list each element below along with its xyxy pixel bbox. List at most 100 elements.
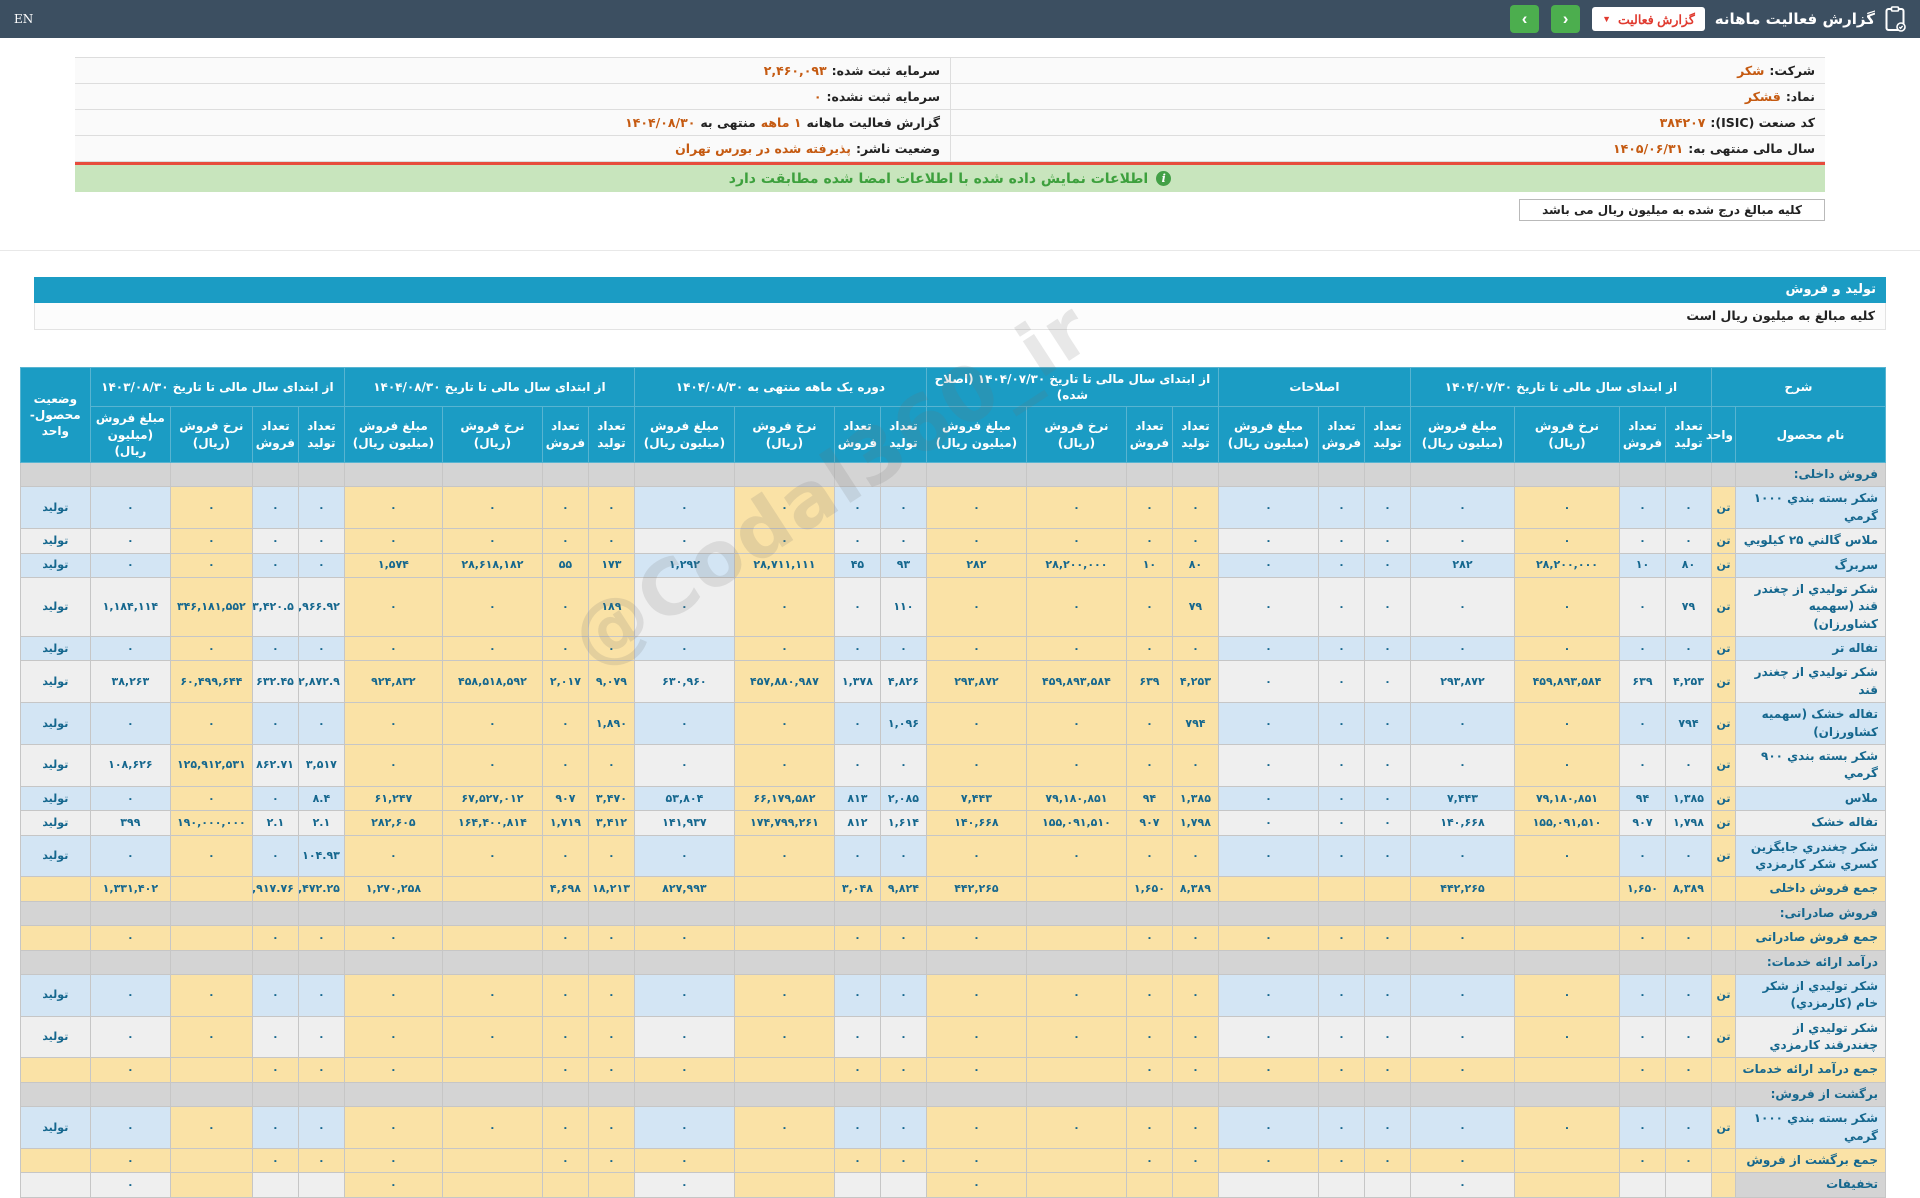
value-cell: ۶۰,۴۹۹,۶۴۴ [169, 660, 253, 704]
info-value: ۳۸۴۲۰۷ [1659, 115, 1706, 130]
value-cell: ۰ [833, 1106, 881, 1150]
data-row: تفاله خشک تن ۱,۷۹۸ ۹۰۷ ۱۵۵,۰۹۱,۵۱۰ ۱۴۰,۶۶۸ ۰ ۰ ۰… [19, 810, 1886, 836]
value-cell: ۲۹۳,۸۷۲ [1409, 660, 1515, 704]
value-cell: ۰ [1363, 576, 1411, 638]
status-cell: تولید [19, 660, 91, 704]
value-cell: ۰ [1363, 552, 1411, 578]
value-cell: ۸,۳۸۹ [1664, 876, 1712, 902]
value-cell: ۰ [89, 636, 171, 662]
value-cell: ۰ [733, 834, 835, 878]
data-row: شکر بسته بندي ۱۰۰۰ گرمي تن ۰ ۰ ۰ ۰ ۰ ۰ ۰ ۰ ۰ ۰ ۰ ۰ ۰ ۰ ۰… [19, 486, 1886, 530]
value-cell: ۰ [733, 1106, 835, 1150]
value-cell: ۰ [1171, 1057, 1219, 1083]
value-cell: ۹۰۷ [1618, 810, 1666, 836]
section-row: درآمد ارائه خدمات: [19, 949, 1886, 975]
unit-cell: تن [1710, 1106, 1737, 1150]
status-cell [19, 1148, 91, 1174]
section-label-cell: فروش داخلی: [1735, 461, 1886, 488]
info-field: سال مالی منتهی به: ۱۴۰۵/۰۶/۳۱ [950, 136, 1825, 162]
value-cell: ۰ [251, 925, 299, 951]
value-cell [1363, 1172, 1411, 1198]
value-cell: ۰ [541, 528, 589, 554]
section-cell [1025, 900, 1127, 927]
value-cell: ۰ [251, 552, 299, 578]
value-cell: ۰ [1618, 1057, 1666, 1083]
value-cell: ۰ [343, 702, 443, 746]
unit-cell: تن [1710, 702, 1737, 746]
value-cell: ۰ [1409, 636, 1515, 662]
value-cell: ۰ [541, 1057, 589, 1083]
metric-column-header: تعداد فروش [251, 406, 299, 463]
value-cell: ۰ [541, 1015, 589, 1059]
value-cell: ۰ [251, 1015, 299, 1059]
top-bar: گزارش فعالیت ماهانه گزارش فعالیت ▼ › ‹ E… [0, 0, 1920, 38]
value-cell [1025, 925, 1127, 951]
metric-column-header: مبلغ فروش (میلیون ریال) [925, 406, 1027, 463]
value-cell [1025, 1057, 1127, 1083]
previous-report-button[interactable]: ‹ [1510, 5, 1540, 33]
total-row: جمع فروش صادراتی ۰ ۰ ۰ ۰ ۰ ۰ ۰ ۰ ۰ ۰ ۰ ۰ ۰ ۰ ۰ ۰ ۰ ۰ [19, 925, 1886, 951]
value-cell [441, 876, 543, 902]
info-value: ۱۴۰۵/۰۶/۳۱ [1613, 141, 1684, 156]
value-cell: ۲۸,۷۱۱,۱۱۱ [733, 552, 835, 578]
metric-column-header: نرخ فروش (ریال) [1513, 406, 1620, 463]
value-cell [1513, 1057, 1620, 1083]
info-icon: i [1156, 171, 1172, 186]
product-name-cell: شکر تولیدي از شکر خام (کارمزدي) [1735, 973, 1886, 1017]
value-cell: ۷۹ [1664, 576, 1712, 638]
next-report-button[interactable]: › [1551, 5, 1581, 33]
value-cell: ۰ [1217, 528, 1319, 554]
value-cell: ۰ [1409, 744, 1515, 787]
value-cell: ۹۰۷ [1125, 810, 1173, 836]
value-cell: ۰ [251, 1148, 299, 1174]
value-cell: ۰ [169, 528, 253, 554]
value-cell: ۱,۵۷۴ [343, 552, 443, 578]
value-cell [169, 1172, 253, 1198]
value-cell: ۰ [343, 973, 443, 1017]
value-cell: ۰ [1217, 576, 1319, 638]
section-cell [1317, 949, 1365, 975]
value-cell: ۰ [169, 973, 253, 1017]
company-info-table: شرکت: شکر سرمایه ثبت شده: ۲,۴۶۰,۰۹۳ نماد: قشک… [75, 57, 1825, 162]
value-cell [1025, 1172, 1127, 1198]
product-name-cell: تخفیفات [1735, 1172, 1886, 1198]
section-cell [1710, 949, 1737, 975]
value-cell: ۰ [1664, 1106, 1712, 1150]
section-cell [1317, 1081, 1365, 1108]
section-cell [733, 1081, 835, 1108]
value-cell: ۰ [297, 973, 345, 1017]
value-cell [733, 925, 835, 951]
value-cell: ۶۳۲.۴۵ [251, 660, 299, 704]
section-cell [1409, 461, 1515, 488]
section-cell [1217, 900, 1319, 927]
section-cell [297, 900, 345, 927]
section-cell [1217, 461, 1319, 488]
section-cell [1409, 1081, 1515, 1108]
section-cell [633, 461, 735, 488]
value-cell: ۰ [297, 486, 345, 530]
value-cell [1217, 1172, 1319, 1198]
value-cell: ۴۴۲,۲۶۵ [1409, 876, 1515, 902]
value-cell [297, 1172, 345, 1198]
value-cell: ۰ [251, 702, 299, 746]
sub-header-row: نام محصول واحد تعداد تولید تعداد فروش نرخ فر… [20, 406, 1886, 463]
value-cell: ۰ [89, 785, 171, 812]
value-cell: ۰ [1125, 1015, 1173, 1059]
section-cell [1664, 1081, 1712, 1108]
value-cell: ۰ [1171, 744, 1219, 787]
report-type-dropdown[interactable]: گزارش فعالیت ▼ [1592, 7, 1705, 31]
section-cell [251, 461, 299, 488]
data-row: ملاس تن ۱,۳۸۵ ۹۴ ۷۹,۱۸۰,۸۵۱ ۷,۴۴۳ ۰ ۰ ۰ ۱,۳۸۵ ۹۴ ۷۹… [19, 785, 1886, 812]
value-cell: ۰ [1664, 834, 1712, 878]
metric-column-header: تعداد فروش [1317, 406, 1365, 463]
value-cell: ۰ [1317, 1015, 1365, 1059]
value-cell: ۴۵۹,۸۹۳,۵۸۴ [1513, 660, 1620, 704]
value-cell: ۰ [1317, 636, 1365, 662]
language-switch-en[interactable]: EN [14, 12, 33, 26]
value-cell: ۴۵۸,۵۱۸,۵۹۲ [441, 660, 543, 704]
product-name-cell: شکر تولیدي از چغندر قند [1735, 660, 1886, 704]
value-cell [733, 1148, 835, 1174]
value-cell: ۰ [297, 528, 345, 554]
value-cell: ۰ [833, 925, 881, 951]
value-cell: ۰ [1618, 528, 1666, 554]
